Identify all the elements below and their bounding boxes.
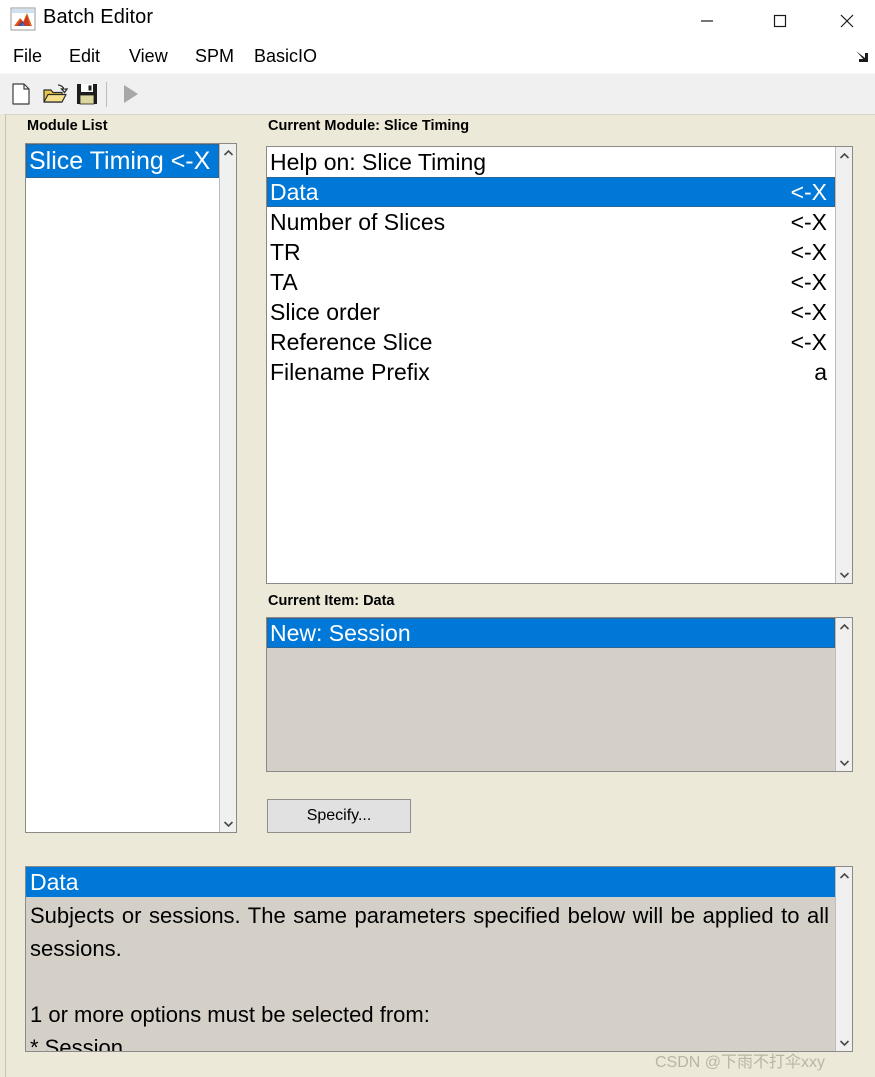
help-paragraph-2: 1 or more options must be selected from: [30,1002,430,1027]
list-item-tr[interactable]: TR <-X [267,237,835,267]
scroll-up-icon[interactable] [836,618,852,635]
help-panel-scrollbar[interactable] [835,867,852,1051]
menu-item-spm[interactable]: SPM [192,46,237,67]
module-list-items: Slice Timing <-X [26,144,219,832]
list-item-value: <-X [790,179,827,205]
list-item-value: a [814,359,827,385]
matlab-logo-icon [10,7,36,31]
scroll-down-icon[interactable] [836,566,852,583]
scroll-up-icon[interactable] [836,147,852,164]
list-item-label: Help on: Slice Timing [270,149,487,175]
menu-item-edit[interactable]: Edit [66,46,103,67]
save-button[interactable] [74,81,104,108]
specify-button[interactable]: Specify... [267,799,411,833]
window-title: Batch Editor [43,6,154,28]
current-item-label: Current Item: Data [268,593,395,609]
help-panel-title: Data [26,867,835,897]
scroll-up-icon[interactable] [836,867,852,884]
module-list[interactable]: Slice Timing <-X [25,143,237,833]
scroll-down-icon[interactable] [220,815,236,832]
open-folder-icon [43,84,69,103]
new-file-icon [12,83,30,105]
title-bar: Batch Editor [0,0,875,42]
minimize-button[interactable] [680,0,734,42]
list-item-label: TA [270,269,298,295]
menu-item-file[interactable]: File [10,46,45,67]
left-edge-divider [0,114,6,1077]
toolbar-separator [106,82,107,107]
help-paragraph-1: Subjects or sessions. The same parameter… [30,903,829,961]
run-button[interactable] [117,81,147,108]
current-item-items: New: Session [267,618,835,771]
list-item-value: <-X [790,299,827,325]
help-panel-body: Subjects or sessions. The same parameter… [26,897,835,1051]
maximize-icon [773,14,787,28]
module-list-label: Module List [27,118,108,134]
list-item-slice-order[interactable]: Slice order <-X [267,297,835,327]
batch-editor-window: Batch Editor File Edit View SPM BasicIO [0,0,875,1077]
current-module-scrollbar[interactable] [835,147,852,583]
list-item-number-of-slices[interactable]: Number of Slices <-X [267,207,835,237]
minimize-icon [701,20,713,22]
current-module-label: Current Module: Slice Timing [268,118,470,134]
current-module-items: Help on: Slice Timing Data <-X Number of… [267,147,835,583]
list-item-label: Reference Slice [270,329,433,355]
save-icon [77,84,97,105]
list-item-label: Filename Prefix [270,359,430,385]
list-item-value: <-X [790,269,827,295]
maximize-button[interactable] [753,0,807,42]
list-item-data[interactable]: Data <-X [267,177,835,207]
list-item-label: Slice order [270,299,380,325]
list-item-label: TR [270,239,301,265]
module-list-scrollbar[interactable] [219,144,236,832]
list-item-label: New: Session [270,620,411,646]
list-item-filename-prefix[interactable]: Filename Prefix a [267,357,835,387]
scroll-down-icon[interactable] [836,1034,852,1051]
help-paragraph-3: * Session [30,1035,123,1051]
list-item-label: Data [270,179,319,205]
new-file-button[interactable] [8,81,38,108]
menu-item-basicio[interactable]: BasicIO [251,46,320,67]
open-file-button[interactable] [41,81,71,108]
current-module-list[interactable]: Help on: Slice Timing Data <-X Number of… [266,146,853,584]
list-item-label: Number of Slices [270,209,446,235]
help-panel[interactable]: Data Subjects or sessions. The same para… [25,866,853,1052]
help-panel-content: Data Subjects or sessions. The same para… [26,867,835,1051]
undock-arrow-icon[interactable] [853,48,871,66]
module-list-item-slice-timing[interactable]: Slice Timing <-X [26,144,219,178]
help-paragraph-spacer [30,965,829,998]
close-button[interactable] [820,0,874,42]
list-item-help[interactable]: Help on: Slice Timing [267,147,835,177]
current-item-scrollbar[interactable] [835,618,852,771]
list-item-reference-slice[interactable]: Reference Slice <-X [267,327,835,357]
toolbar [0,73,875,115]
scroll-up-icon[interactable] [220,144,236,161]
list-item-value: <-X [790,209,827,235]
list-item-value: <-X [790,329,827,355]
list-item-value: <-X [790,239,827,265]
menu-bar: File Edit View SPM BasicIO [0,42,875,74]
module-list-item-label: Slice Timing <-X [29,147,211,175]
current-item-list[interactable]: New: Session [266,617,853,772]
run-icon [124,85,138,103]
scroll-down-icon[interactable] [836,754,852,771]
list-item-ta[interactable]: TA <-X [267,267,835,297]
menu-item-view[interactable]: View [126,46,171,67]
close-icon [840,14,854,28]
list-item-new-session[interactable]: New: Session [267,618,835,648]
